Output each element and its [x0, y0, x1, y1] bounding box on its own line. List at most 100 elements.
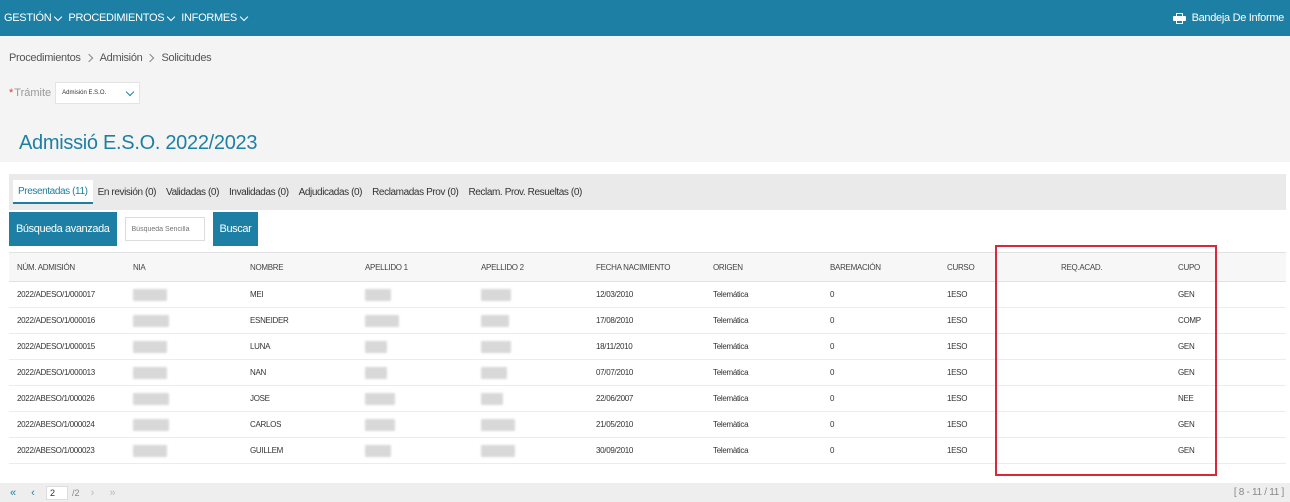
cell-nia-redacted: [133, 360, 167, 385]
cell-fecha-nacimiento: 07/07/2010: [596, 368, 634, 377]
pagination-bar: « ‹ /2 › » [ 8 - 11 / 11 ]: [0, 483, 1290, 502]
table-row[interactable]: 2022/ADESO/1/000013 NAN 07/07/2010 Telem…: [9, 360, 1286, 386]
cell-nombre: MEI: [250, 290, 264, 299]
menu-label: GESTIÓN: [4, 12, 52, 24]
cell-num-admision: 2022/ABESO/1/000023: [17, 446, 95, 455]
cell-nia-redacted: [133, 412, 169, 437]
cell-cupo: GEN: [1178, 446, 1195, 455]
header-cupo[interactable]: CUPO: [1178, 253, 1200, 281]
tab-en-revision[interactable]: En revisión (0): [93, 180, 161, 204]
cell-origen: Telemática: [713, 290, 749, 299]
header-req-acad[interactable]: REQ.ACAD.: [1061, 253, 1103, 281]
cell-curso: 1ESO: [947, 446, 968, 455]
search-button[interactable]: Buscar: [212, 212, 259, 246]
top-navigation-bar: GESTIÓN PROCEDIMIENTOS INFORMES Bandeja …: [0, 0, 1290, 36]
cell-nia-redacted: [133, 282, 167, 307]
cell-apellido1-redacted: [365, 334, 387, 359]
table-row[interactable]: 2022/ABESO/1/000024 CARLOS 21/05/2010 Te…: [9, 412, 1286, 438]
table-row[interactable]: 2022/ABESO/1/000023 GUILLEM 30/09/2010 T…: [9, 438, 1286, 464]
header-apellido1[interactable]: APELLIDO 1: [365, 253, 408, 281]
last-page-icon[interactable]: »: [106, 486, 120, 500]
cell-baremacion: 0: [830, 316, 835, 325]
cell-num-admision: 2022/ABESO/1/000024: [17, 420, 95, 429]
page-range: [ 8 - 11 / 11 ]: [1233, 487, 1284, 498]
inbox-link[interactable]: Bandeja De Informe: [1172, 0, 1285, 36]
tab-reclamadas-prov[interactable]: Reclamadas Prov (0): [367, 180, 463, 204]
tramite-label: Trámite: [14, 87, 52, 99]
cell-baremacion: 0: [830, 420, 835, 429]
chevron-down-icon: [54, 12, 63, 21]
cell-cupo: NEE: [1178, 394, 1194, 403]
breadcrumb: Procedimientos Admisión Solicitudes: [9, 52, 212, 64]
tramite-select[interactable]: Admisión E.S.O.: [55, 82, 141, 104]
tab-validadas[interactable]: Validadas (0): [161, 180, 224, 204]
cell-origen: Telemática: [713, 316, 749, 325]
cell-cupo: GEN: [1178, 342, 1195, 351]
cell-cupo: COMP: [1178, 316, 1201, 325]
header-curso[interactable]: CURSO: [947, 253, 975, 281]
advanced-search-button[interactable]: Búsqueda avanzada: [9, 212, 117, 246]
tab-invalidadas[interactable]: Invalidadas (0): [224, 180, 294, 204]
cell-num-admision: 2022/ABESO/1/000026: [17, 394, 95, 403]
cell-curso: 1ESO: [947, 290, 968, 299]
cell-fecha-nacimiento: 18/11/2010: [596, 342, 633, 351]
cell-apellido2-redacted: [481, 386, 503, 411]
cell-origen: Telemàtica: [713, 394, 749, 403]
header-apellido2[interactable]: APELLIDO 2: [481, 253, 524, 281]
cell-fecha-nacimiento: 22/06/2007: [596, 394, 634, 403]
cell-baremacion: 0: [830, 368, 835, 377]
search-row: Búsqueda avanzada Buscar: [9, 212, 259, 246]
header-nia[interactable]: NIA: [133, 253, 146, 281]
status-tabs: Presentadas (11) En revisión (0) Validad…: [9, 174, 1286, 210]
cell-apellido2-redacted: [481, 308, 509, 333]
table-header: NÚM. ADMISIÓN NIA NOMBRE APELLIDO 1 APEL…: [9, 252, 1286, 282]
simple-search-input[interactable]: [124, 217, 205, 241]
page-title: Admissió E.S.O. 2022/2023: [19, 132, 258, 154]
header-origen[interactable]: ORIGEN: [713, 253, 743, 281]
tab-presentadas[interactable]: Presentadas (11): [13, 180, 93, 204]
header-baremacion[interactable]: BAREMACIÓN: [830, 253, 881, 281]
breadcrumb-item-procedimientos[interactable]: Procedimientos: [9, 52, 81, 64]
inbox-label: Bandeja De Informe: [1191, 12, 1285, 24]
next-page-icon[interactable]: ›: [86, 486, 100, 500]
previous-page-icon[interactable]: ‹: [26, 486, 40, 500]
table-row[interactable]: 2022/ADESO/1/000017 MEI 12/03/2010 Telem…: [9, 282, 1286, 308]
breadcrumb-item-solicitudes: Solicitudes: [161, 52, 212, 64]
chevron-right-icon: [84, 53, 93, 63]
cell-curso: 1ESO: [947, 368, 968, 377]
cell-apellido2-redacted: [481, 282, 511, 307]
cell-nia-redacted: [133, 308, 169, 333]
menu-informes[interactable]: INFORMES: [181, 12, 249, 24]
cell-curso: 1ESO: [947, 394, 968, 403]
header-fecha-nacimiento[interactable]: FECHA NACIMIENTO: [596, 253, 670, 281]
header-num-admision[interactable]: NÚM. ADMISIÓN: [17, 253, 75, 281]
cell-nia-redacted: [133, 386, 169, 411]
cell-apellido1-redacted: [365, 308, 399, 333]
cell-cupo: GEN: [1178, 420, 1195, 429]
page-number-input[interactable]: [46, 485, 68, 500]
table-row[interactable]: 2022/ADESO/1/000015 LUNA 18/11/2010 Tele…: [9, 334, 1286, 360]
table-row[interactable]: 2022/ABESO/1/000026 JOSE 22/06/2007 Tele…: [9, 386, 1286, 412]
page-total: /2: [72, 487, 80, 498]
cell-curso: 1ESO: [947, 316, 968, 325]
tramite-selected-value: Admisión E.S.O.: [62, 90, 107, 96]
cell-nombre: JOSE: [250, 394, 270, 403]
cell-num-admision: 2022/ADESO/1/000016: [17, 316, 95, 325]
tab-reclam-prov-resueltas[interactable]: Reclam. Prov. Resueltas (0): [463, 180, 587, 204]
cell-apellido2-redacted: [481, 412, 515, 437]
cell-nia-redacted: [133, 438, 167, 463]
tab-adjudicadas[interactable]: Adjudicadas (0): [294, 180, 367, 204]
cell-apellido2-redacted: [481, 438, 515, 463]
cell-curso: 1ESO: [947, 342, 968, 351]
breadcrumb-item-admision[interactable]: Admisión: [100, 52, 143, 64]
cell-fecha-nacimiento: 30/09/2010: [596, 446, 634, 455]
first-page-icon[interactable]: «: [6, 486, 20, 500]
cell-baremacion: 0: [830, 342, 835, 351]
cell-nombre: CARLOS: [250, 420, 282, 429]
cell-cupo: GEN: [1178, 290, 1195, 299]
menu-procedimientos[interactable]: PROCEDIMIENTOS: [68, 12, 176, 24]
cell-baremacion: 0: [830, 290, 835, 299]
header-nombre[interactable]: NOMBRE: [250, 253, 284, 281]
menu-gestion[interactable]: GESTIÓN: [4, 12, 63, 24]
table-row[interactable]: 2022/ADESO/1/000016 ESNEIDER 17/08/2010 …: [9, 308, 1286, 334]
